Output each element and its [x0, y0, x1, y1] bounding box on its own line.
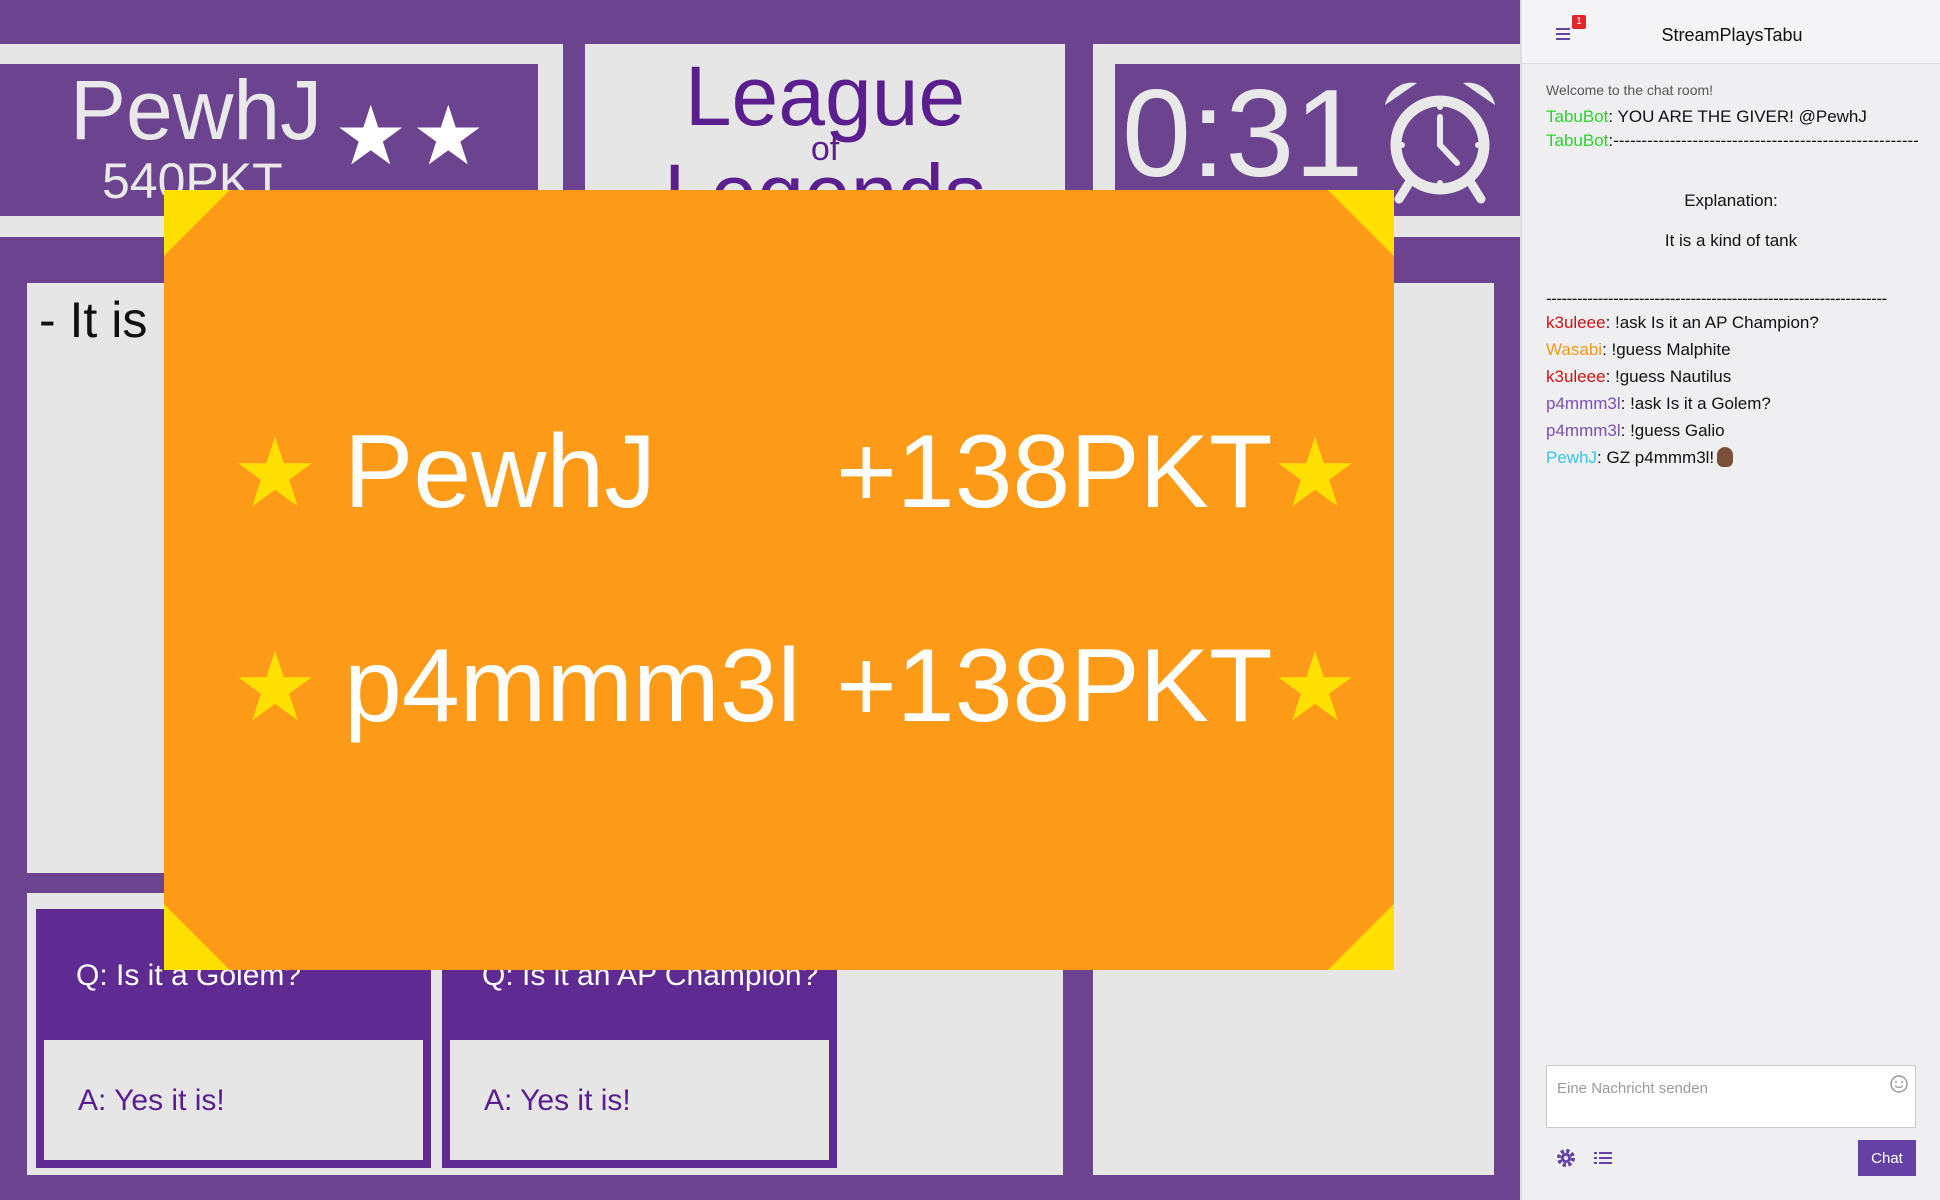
game-area: PewhJ 540PKT ★★ League of Legends 0:31 -…: [0, 0, 1520, 1200]
corner-decoration: [164, 904, 230, 970]
chat-text: : !ask Is it an AP Champion?: [1605, 313, 1819, 332]
chat-message: k3uleee: !guess Nautilus: [1546, 367, 1731, 387]
chat-input-box[interactable]: [1546, 1065, 1916, 1128]
corner-decoration: [1328, 190, 1394, 256]
chat-message: PewhJ: GZ p4mmm3l!: [1546, 447, 1734, 468]
overlay-player-name: p4mmm3l: [344, 628, 801, 744]
chat-user[interactable]: p4mmm3l: [1546, 394, 1621, 413]
chat-user[interactable]: TabuBot: [1546, 131, 1608, 150]
timer-value: 0:31: [1122, 65, 1364, 203]
chat-text: : GZ p4mmm3l!: [1597, 448, 1715, 467]
chat-sidebar: 1 StreamPlaysTabu Welcome to the chat ro…: [1520, 0, 1940, 1200]
chat-title: StreamPlaysTabu: [1661, 25, 1803, 45]
chat-message: p4mmm3l: !guess Galio: [1546, 421, 1725, 441]
corner-decoration: [1328, 904, 1394, 970]
chat-user[interactable]: TabuBot: [1546, 107, 1608, 126]
corner-decoration: [164, 190, 230, 256]
chat-user[interactable]: p4mmm3l: [1546, 421, 1621, 440]
chat-message: k3uleee: !ask Is it an AP Champion?: [1546, 313, 1819, 333]
chat-text: : !ask Is it a Golem?: [1620, 394, 1771, 413]
chat-text: : YOU ARE THE GIVER! @PewhJ: [1608, 107, 1867, 126]
topic-line-1: League: [684, 49, 966, 143]
chat-user[interactable]: PewhJ: [1546, 448, 1597, 467]
chat-input[interactable]: [1555, 1076, 1879, 1100]
chat-user[interactable]: Wasabi: [1546, 340, 1602, 359]
emoji-icon[interactable]: [1889, 1074, 1909, 1094]
star-icon: ★: [232, 634, 319, 741]
list-icon[interactable]: [1594, 1150, 1612, 1166]
explanation-text: - It is: [39, 292, 148, 348]
chat-send-button[interactable]: Chat: [1858, 1140, 1916, 1176]
chat-message: It is a kind of tank: [1664, 231, 1798, 250]
chat-user[interactable]: k3uleee: [1546, 313, 1606, 332]
chat-message: ----------------------------------------…: [1546, 289, 1887, 308]
gear-icon[interactable]: [1555, 1147, 1577, 1169]
qa-answer-box: A: Yes it is!: [450, 1040, 829, 1160]
qa-answer: A: Yes it is!: [78, 1084, 225, 1117]
chat-message: TabuBot: YOU ARE THE GIVER! @PewhJ: [1546, 107, 1867, 127]
alarm-clock-icon: [1385, 82, 1495, 204]
chat-header: 1 StreamPlaysTabu: [1522, 0, 1940, 64]
overlay-player-points: +138PKT: [836, 414, 1273, 530]
player-name: PewhJ: [70, 63, 323, 157]
overlay-player-points: +138PKT: [836, 628, 1273, 744]
chat-text: : !guess Malphite: [1602, 340, 1731, 359]
qa-answer: A: Yes it is!: [484, 1084, 631, 1117]
player-stars: ★★: [334, 91, 490, 182]
overlay-player-name: PewhJ: [344, 414, 657, 530]
chat-text: :---------------------------------------…: [1608, 131, 1919, 150]
chat-message: Explanation:: [1684, 191, 1778, 210]
star-icon: ★: [232, 420, 319, 527]
emote-icon: [1717, 447, 1734, 467]
chat-message: TabuBot:--------------------------------…: [1546, 131, 1919, 151]
chat-message: Wasabi: !guess Malphite: [1546, 340, 1731, 360]
chat-message: p4mmm3l: !ask Is it a Golem?: [1546, 394, 1771, 414]
star-icon: ★: [1272, 420, 1359, 527]
score-overlay: ★ PewhJ +138PKT ★ ★ p4mmm3l +138PKT ★: [164, 190, 1394, 970]
qa-answer-box: A: Yes it is!: [44, 1040, 423, 1160]
star-icon: ★: [1272, 634, 1359, 741]
chat-text: : !guess Nautilus: [1605, 367, 1732, 386]
chat-welcome: Welcome to the chat room!: [1546, 82, 1714, 98]
chat-user[interactable]: k3uleee: [1546, 367, 1606, 386]
chat-text: : !guess Galio: [1620, 421, 1725, 440]
